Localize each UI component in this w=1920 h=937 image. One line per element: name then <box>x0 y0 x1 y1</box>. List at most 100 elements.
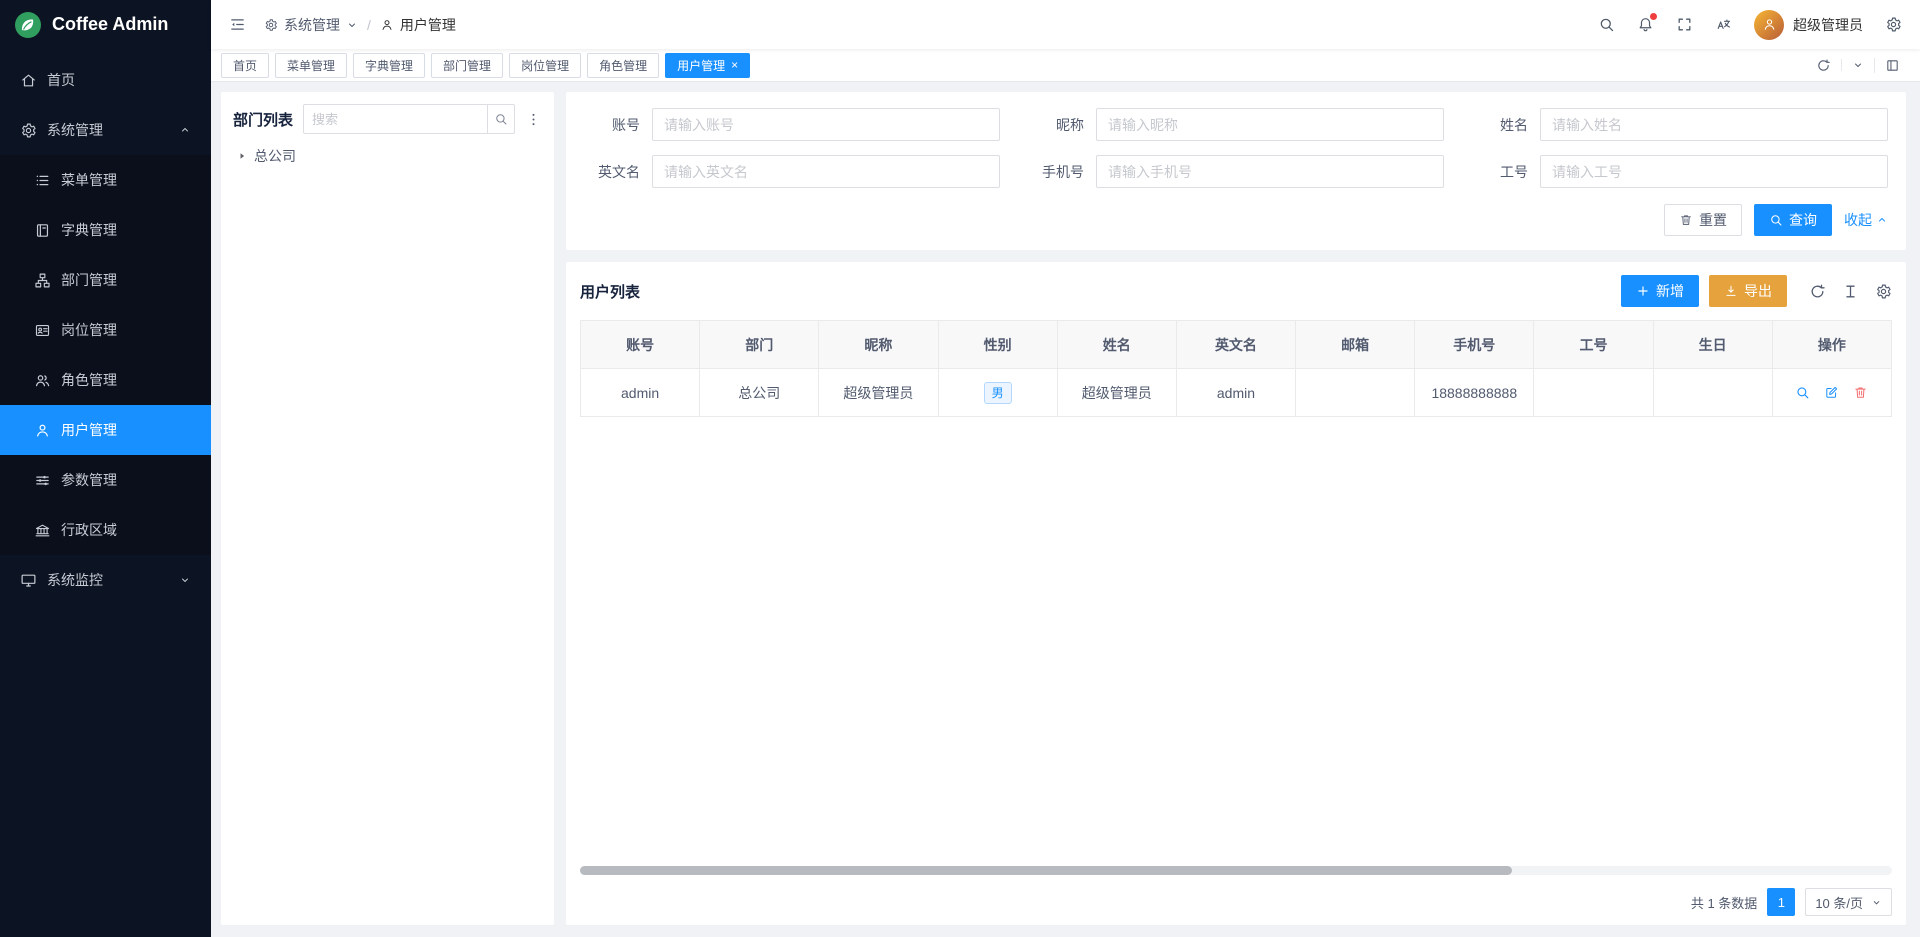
tree-caret-icon[interactable] <box>237 151 247 161</box>
sidebar-item-role-mgmt[interactable]: 角色管理 <box>0 355 211 405</box>
chevron-down-icon <box>1871 897 1882 908</box>
cell-gender: 男 <box>938 369 1057 417</box>
breadcrumb: 系统管理 / 用户管理 <box>264 15 456 35</box>
sidebar-item-user-mgmt[interactable]: 用户管理 <box>0 405 211 455</box>
list-icon <box>34 172 51 189</box>
breadcrumb-system[interactable]: 系统管理 <box>264 15 358 35</box>
trash-icon <box>1679 213 1693 227</box>
menu-fold-icon[interactable] <box>229 16 246 33</box>
main-area: 系统管理 / 用户管理 超级管理员 <box>211 0 1920 937</box>
table-header-row: 账号 部门 昵称 性别 姓名 英文名 邮箱 手机号 工号 生日 操作 <box>581 321 1892 369</box>
tab-dict-mgmt[interactable]: 字典管理 <box>353 53 425 78</box>
more-vertical-icon[interactable] <box>525 111 542 128</box>
tab-label: 菜单管理 <box>287 57 335 74</box>
translate-icon[interactable] <box>1715 16 1732 33</box>
sidebar-item-param-mgmt[interactable]: 参数管理 <box>0 455 211 505</box>
query-button[interactable]: 查询 <box>1754 204 1832 236</box>
user-menu[interactable]: 超级管理员 <box>1754 10 1863 40</box>
collapse-link[interactable]: 收起 <box>1844 210 1888 230</box>
horizontal-scrollbar-thumb[interactable] <box>580 866 1512 875</box>
page-number-button[interactable]: 1 <box>1767 888 1795 916</box>
page-size-value: 10 条/页 <box>1815 893 1863 912</box>
field-label: 昵称 <box>1028 115 1084 135</box>
close-icon[interactable]: × <box>731 59 738 71</box>
row-height-icon[interactable] <box>1842 283 1859 300</box>
chevron-down-icon <box>346 19 358 31</box>
chevron-down-icon[interactable] <box>1841 59 1874 71</box>
field-label: 姓名 <box>1472 115 1528 135</box>
bank-icon <box>34 522 51 539</box>
column-header-name: 姓名 <box>1057 321 1176 369</box>
app-logo[interactable]: Coffee Admin <box>0 0 211 49</box>
export-button[interactable]: 导出 <box>1709 275 1787 307</box>
user-list-title: 用户列表 <box>580 281 640 302</box>
delete-trash-icon[interactable] <box>1853 385 1868 400</box>
avatar[interactable] <box>1754 10 1784 40</box>
tab-role-mgmt[interactable]: 角色管理 <box>587 53 659 78</box>
sidebar-item-home[interactable]: 首页 <box>0 55 211 105</box>
sidebar-item-post-mgmt[interactable]: 岗位管理 <box>0 305 211 355</box>
tab-tools <box>1806 49 1910 81</box>
account-input[interactable] <box>652 108 1000 141</box>
job-no-input[interactable] <box>1540 155 1888 188</box>
tab-menu-mgmt[interactable]: 菜单管理 <box>275 53 347 78</box>
department-search-button[interactable] <box>487 104 515 134</box>
chevron-up-icon <box>1876 214 1888 226</box>
cell-phone: 18888888888 <box>1415 369 1534 417</box>
tab-label: 岗位管理 <box>521 57 569 74</box>
sidebar-item-region-mgmt[interactable]: 行政区域 <box>0 505 211 555</box>
refresh-icon[interactable] <box>1809 283 1826 300</box>
tab-home[interactable]: 首页 <box>221 53 269 78</box>
header-actions: 超级管理员 <box>1598 10 1902 40</box>
sliders-icon <box>34 472 51 489</box>
tab-post-mgmt[interactable]: 岗位管理 <box>509 53 581 78</box>
sidebar-item-dept-mgmt[interactable]: 部门管理 <box>0 255 211 305</box>
reset-button[interactable]: 重置 <box>1664 204 1742 236</box>
query-button-label: 查询 <box>1789 210 1817 230</box>
bell-icon[interactable] <box>1637 16 1654 33</box>
edit-icon[interactable] <box>1824 385 1839 400</box>
table-row[interactable]: admin 总公司 超级管理员 男 超级管理员 admin 1888888888… <box>581 369 1892 417</box>
cell-birthday <box>1653 369 1772 417</box>
app-root: Coffee Admin 首页 系统管理 菜单管理 字典管理 <box>0 0 1920 937</box>
department-search-input[interactable] <box>303 104 487 134</box>
sidebar-item-monitor[interactable]: 系统监控 <box>0 555 211 605</box>
page-size-select[interactable]: 10 条/页 <box>1805 888 1892 916</box>
tree-node-root[interactable]: 总公司 <box>233 146 542 166</box>
phone-input[interactable] <box>1096 155 1444 188</box>
chevron-up-icon <box>179 124 191 136</box>
breadcrumb-label: 系统管理 <box>284 15 340 35</box>
column-settings-gear-icon[interactable] <box>1875 283 1892 300</box>
sidebar-item-menu-mgmt[interactable]: 菜单管理 <box>0 155 211 205</box>
search-icon <box>1769 213 1783 227</box>
cell-name: 超级管理员 <box>1057 369 1176 417</box>
tab-dept-mgmt[interactable]: 部门管理 <box>431 53 503 78</box>
tab-user-mgmt[interactable]: 用户管理 × <box>665 53 750 78</box>
en-name-input[interactable] <box>652 155 1000 188</box>
gear-icon <box>264 18 278 32</box>
column-header-actions: 操作 <box>1772 321 1891 369</box>
monitor-icon <box>20 572 37 589</box>
sidebar-item-system[interactable]: 系统管理 <box>0 105 211 155</box>
view-magnifier-icon[interactable] <box>1795 385 1810 400</box>
breadcrumb-label: 用户管理 <box>400 15 456 35</box>
person-icon <box>34 422 51 439</box>
search-form-actions: 重置 查询 收起 <box>584 204 1888 236</box>
sidebar-item-label: 系统管理 <box>47 120 103 140</box>
tree-node-label: 总公司 <box>254 146 296 166</box>
name-input[interactable] <box>1540 108 1888 141</box>
sidebar-item-label: 首页 <box>47 70 75 90</box>
sidebar-item-label: 行政区域 <box>61 520 117 540</box>
add-user-button[interactable]: 新增 <box>1621 275 1699 307</box>
fullscreen-icon[interactable] <box>1676 16 1693 33</box>
search-icon[interactable] <box>1598 16 1615 33</box>
sidebar-item-dict-mgmt[interactable]: 字典管理 <box>0 205 211 255</box>
nickname-input[interactable] <box>1096 108 1444 141</box>
layout-icon[interactable] <box>1874 58 1910 73</box>
user-list-tools: 新增 导出 <box>1621 275 1892 307</box>
department-search-group <box>303 104 515 134</box>
sidebar-item-label: 系统监控 <box>47 570 103 590</box>
settings-gear-icon[interactable] <box>1885 16 1902 33</box>
refresh-icon[interactable] <box>1806 58 1841 73</box>
search-form-grid: 账号 昵称 姓名 英文名 <box>584 108 1888 188</box>
